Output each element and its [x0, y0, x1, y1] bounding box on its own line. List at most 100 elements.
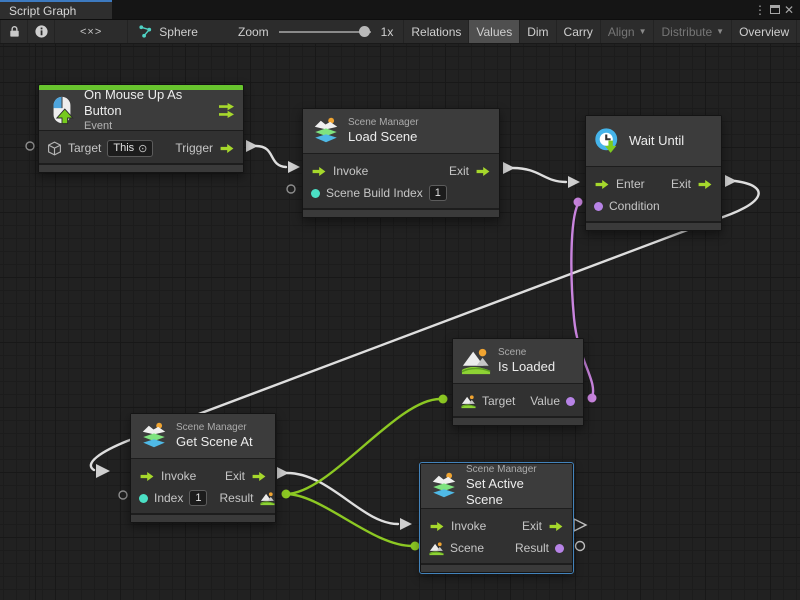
window-controls: ⋮ ✕ — [754, 0, 800, 19]
wire-cap-dot — [439, 395, 448, 404]
zoom-slider[interactable] — [279, 20, 371, 43]
graph-icon — [138, 24, 153, 39]
bool-value-port[interactable] — [594, 202, 603, 211]
toolbar-graph-info: Sphere Zoom 1x — [128, 20, 403, 43]
code-view-icon: <×> — [62, 26, 120, 38]
invoke-port-label: Invoke — [161, 469, 196, 483]
target-port-label: Target — [68, 141, 101, 155]
scene-build-index-field[interactable]: 1 — [429, 185, 447, 201]
tab-script-graph[interactable]: Script Graph — [0, 0, 112, 19]
control-input-port[interactable] — [139, 471, 155, 482]
node-footer — [453, 418, 583, 425]
exit-port-label: Exit — [671, 177, 691, 191]
value-port-label: Value — [530, 394, 560, 408]
dim-button[interactable]: Dim — [520, 20, 556, 43]
zoom-slider-handle[interactable] — [359, 26, 370, 37]
align-button[interactable]: Align ▼ — [601, 20, 655, 43]
wire-arrowhead — [96, 464, 110, 478]
invoke-port-label: Invoke — [333, 164, 368, 178]
target-picker-icon[interactable]: ⊙ — [138, 142, 147, 155]
unconnected-port-scene-build-index[interactable] — [287, 185, 295, 193]
trigger-double-arrow-icon — [218, 102, 235, 118]
code-view-button[interactable]: <×> — [55, 20, 128, 43]
int-value-port[interactable] — [139, 494, 148, 503]
condition-port-label: Condition — [609, 199, 660, 213]
tab-title: Script Graph — [9, 4, 76, 18]
window-tab-bar: Script Graph ⋮ ✕ — [0, 0, 800, 19]
node-wait-until[interactable]: Wait Until Enter Exit Condition — [585, 115, 722, 231]
wire-result-to-isloaded-target[interactable] — [286, 399, 440, 494]
mouse-up-event-icon — [47, 95, 77, 125]
exit-port-label: Exit — [225, 469, 245, 483]
scene-port-label: Scene — [450, 541, 484, 555]
wire-cap-dot — [574, 198, 583, 207]
value-output-port[interactable] — [566, 397, 575, 406]
overview-button[interactable]: Overview — [732, 20, 797, 43]
info-icon — [34, 24, 49, 39]
target-port-label: Target — [482, 394, 515, 408]
relations-button[interactable]: Relations — [404, 20, 469, 43]
node-category: Scene — [498, 347, 575, 360]
dropdown-arrow-icon: ▼ — [716, 27, 724, 36]
int-value-port[interactable] — [311, 189, 320, 198]
wire-arrowhead — [400, 518, 412, 530]
wire-arrowhead — [288, 161, 300, 173]
menu-icon[interactable]: ⋮ — [754, 4, 766, 16]
enter-port-label: Enter — [616, 177, 645, 191]
wire-load-exit-to-wait-enter[interactable] — [513, 168, 566, 182]
wire-arrowhead — [568, 176, 580, 188]
values-button[interactable]: Values — [469, 20, 520, 43]
node-is-loaded[interactable]: Scene Is Loaded Target Value — [452, 338, 584, 426]
node-set-active-scene[interactable]: Scene Manager Set Active Scene Invoke Ex… — [420, 463, 573, 573]
control-output-port[interactable] — [697, 179, 713, 190]
control-output-port[interactable] — [475, 166, 491, 177]
node-footer — [421, 565, 572, 572]
unconnected-port-exit[interactable] — [574, 519, 586, 531]
node-get-scene-at[interactable]: Scene Manager Get Scene At Invoke Exit I… — [130, 413, 276, 523]
unconnected-port-index[interactable] — [119, 491, 127, 499]
graph-toolbar: <×> Sphere Zoom 1x Relations Values Dim … — [0, 19, 800, 44]
target-value-field[interactable]: This ⊙ — [107, 140, 153, 157]
maximize-icon[interactable] — [770, 5, 780, 14]
carry-button[interactable]: Carry — [557, 20, 601, 43]
scene-build-index-label: Scene Build Index — [326, 186, 423, 200]
node-category: Scene Manager — [348, 117, 491, 130]
scene-type-icon — [461, 394, 476, 409]
control-input-port[interactable] — [594, 179, 610, 190]
node-on-mouse-up-as-button[interactable]: On Mouse Up As Button Event Target This … — [38, 84, 244, 173]
info-button[interactable] — [28, 20, 55, 43]
graph-target-name: Sphere — [159, 25, 198, 39]
node-title: Load Scene — [348, 129, 491, 145]
unconnected-port-target[interactable] — [26, 142, 34, 150]
zoom-slider-track[interactable] — [279, 31, 371, 33]
node-load-scene[interactable]: Scene Manager Load Scene Invoke Exit Sce… — [302, 108, 500, 218]
index-field[interactable]: 1 — [189, 490, 207, 506]
scene-type-icon — [260, 491, 275, 506]
control-output-port[interactable] — [251, 471, 267, 482]
close-icon[interactable]: ✕ — [784, 4, 794, 16]
zoom-value: 1x — [381, 25, 394, 39]
wire-cap-dot — [411, 542, 420, 551]
scene-icon — [461, 346, 491, 376]
unconnected-port-result[interactable] — [576, 542, 585, 551]
control-output-port[interactable] — [548, 521, 564, 532]
node-title: Wait Until — [629, 133, 684, 149]
node-category: Scene Manager — [466, 464, 564, 477]
lock-button[interactable] — [1, 20, 28, 43]
value-output-port[interactable] — [555, 544, 564, 553]
node-title: On Mouse Up As Button — [84, 87, 211, 120]
exit-port-label: Exit — [449, 164, 469, 178]
distribute-button[interactable]: Distribute ▼ — [654, 20, 732, 43]
control-input-port[interactable] — [429, 521, 445, 532]
exit-port-label: Exit — [522, 519, 542, 533]
gameobject-cube-icon — [47, 141, 62, 156]
control-output-port[interactable] — [219, 143, 235, 154]
node-title: Get Scene At — [176, 434, 267, 450]
graph-canvas[interactable]: On Mouse Up As Button Event Target This … — [0, 44, 800, 600]
toolbar-left-group: <×> — [0, 20, 128, 43]
result-port-label: Result — [219, 491, 253, 505]
node-footer — [39, 165, 243, 172]
scene-type-icon — [429, 541, 444, 556]
wire-trigger-to-load-invoke[interactable] — [256, 146, 286, 167]
control-input-port[interactable] — [311, 166, 327, 177]
